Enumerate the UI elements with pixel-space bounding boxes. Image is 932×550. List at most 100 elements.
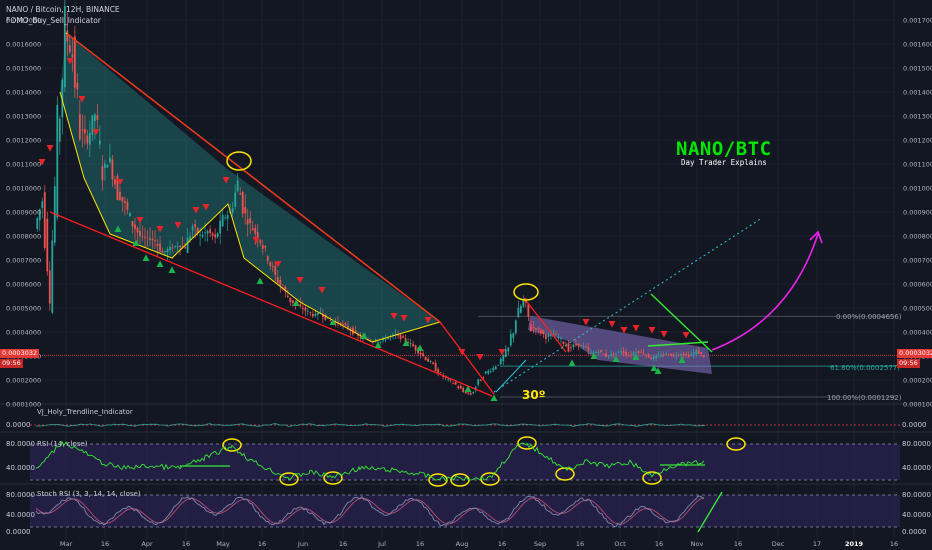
candle-body <box>234 192 237 207</box>
candle-body <box>497 364 500 366</box>
candle-body <box>617 351 620 353</box>
y-tick-left: 0.0005000 <box>6 305 41 313</box>
candle-body <box>695 350 698 354</box>
x-tick-label: 16 <box>182 540 190 548</box>
candle-body <box>204 232 207 234</box>
candle-body <box>637 351 640 353</box>
rsi-pane-title: RSI (14, close) <box>37 440 88 448</box>
candle-body <box>640 351 643 353</box>
candle-body <box>46 218 49 272</box>
candle-body <box>357 335 359 336</box>
sell-marker <box>498 349 506 356</box>
candle-body <box>249 218 252 223</box>
sell-marker <box>582 319 590 326</box>
candle-body <box>477 379 480 385</box>
y-tick-right: 0.0008000 <box>903 233 932 241</box>
candle-body <box>660 355 663 357</box>
buy-marker <box>168 266 176 273</box>
candle-body <box>244 206 247 214</box>
candle-body <box>657 355 660 357</box>
y-tick-right: 0.0010000 <box>903 185 932 193</box>
candle-body <box>73 36 76 88</box>
sell-marker <box>632 325 640 332</box>
sell-marker <box>648 327 656 334</box>
candle-body <box>78 114 81 140</box>
candle-body <box>464 391 467 394</box>
x-tick-label: 16 <box>339 540 347 548</box>
y-tick-left: 0.0016000 <box>6 41 41 49</box>
candle-body <box>124 201 126 204</box>
y-tick-left: 0.0007000 <box>6 257 41 265</box>
candle-body <box>562 341 565 345</box>
candle-body <box>299 304 302 307</box>
stoch-tick-40-right: 40.0000 <box>902 511 931 519</box>
x-tick-label: Dec <box>772 540 785 548</box>
candle-body <box>314 313 317 316</box>
x-tick-label: 16 <box>258 540 266 548</box>
y-tick-left: 0.0009000 <box>6 209 41 217</box>
sell-marker <box>660 331 668 338</box>
candle-body <box>585 347 587 348</box>
y-tick-left: 0.0006000 <box>6 281 41 289</box>
candle-body <box>582 346 585 347</box>
candle-body <box>487 370 490 374</box>
candle-body <box>36 218 39 229</box>
trendline-tick-left: 0.0000 <box>6 421 31 429</box>
price-chart[interactable]: 0.00170000.00170000.00160000.00160000.00… <box>0 0 932 550</box>
candle-body <box>567 343 570 352</box>
candle-body <box>269 262 272 266</box>
candle-body <box>276 277 279 283</box>
candle-body <box>492 367 495 371</box>
buy-marker <box>568 359 576 366</box>
y-tick-left: 0.0013000 <box>6 113 41 121</box>
candle-body <box>241 191 244 214</box>
candle-body <box>462 388 465 392</box>
angle-annotation: 30º <box>522 388 546 402</box>
candle-body <box>119 191 121 200</box>
candle-body <box>529 324 532 332</box>
x-tick-label: 16 <box>416 540 424 548</box>
candle-body <box>680 354 683 355</box>
candle-body <box>504 349 507 357</box>
candle-body <box>550 334 552 336</box>
candle-body <box>642 353 645 355</box>
y-tick-right: 0.0012000 <box>903 137 932 145</box>
price-tag-right: 0.0003032 <box>897 349 932 358</box>
candle-body <box>572 344 575 348</box>
candle-body <box>206 230 209 234</box>
candle-body <box>374 341 377 343</box>
candle-body <box>547 335 550 337</box>
candle-body <box>141 236 144 237</box>
red-breakout-line <box>439 321 495 395</box>
candle-body <box>311 313 314 317</box>
x-tick-label: Jun <box>297 540 308 548</box>
candle-body <box>514 320 517 334</box>
candle-body <box>76 82 79 90</box>
y-tick-right: 0.0017000 <box>903 17 932 25</box>
candle-body <box>136 227 139 233</box>
candle-body <box>414 345 417 351</box>
candle-body <box>58 118 61 142</box>
y-tick-left: 0.0004000 <box>6 329 41 337</box>
candle-body <box>647 353 650 358</box>
candle-body <box>690 354 693 356</box>
candle-body <box>291 300 294 303</box>
candle-body <box>109 157 111 163</box>
candle-body <box>517 307 520 318</box>
x-tick-label: 2019 <box>845 540 864 548</box>
candle-body <box>93 114 96 122</box>
candle-body <box>577 343 580 346</box>
candle-body <box>662 354 665 356</box>
candle-body <box>151 238 154 241</box>
candle-body <box>424 356 427 361</box>
candle-body <box>590 352 592 354</box>
candle-body <box>384 339 387 341</box>
x-tick-label: Oct <box>614 540 626 548</box>
candle-body <box>254 227 257 234</box>
brand-subtitle: Day Trader Explains <box>681 158 767 167</box>
candle-body <box>597 351 600 353</box>
y-tick-left: 0.0015000 <box>6 65 41 73</box>
candle-body <box>427 358 430 362</box>
candle-body <box>555 334 557 336</box>
candle-body <box>309 312 312 314</box>
